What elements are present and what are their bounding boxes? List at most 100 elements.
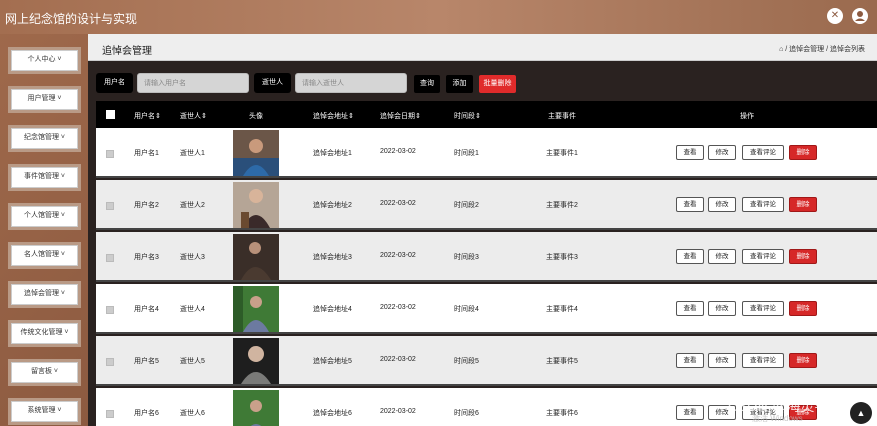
cell-address: 追悼会地址1	[313, 150, 352, 157]
edit-button[interactable]: 修改	[708, 197, 736, 212]
delete-button[interactable]: 删除	[789, 197, 817, 212]
view-comments-button[interactable]: 查看评论	[742, 145, 784, 160]
avatar-image	[233, 286, 279, 332]
row-checkbox[interactable]	[106, 150, 114, 158]
row-checkbox[interactable]	[106, 254, 114, 262]
sidebar-item-culture-management[interactable]: 传统文化管理 ˅	[8, 320, 81, 347]
view-comments-button[interactable]: 查看评论	[742, 301, 784, 316]
view-button[interactable]: 查看	[676, 301, 704, 316]
view-button[interactable]: 查看	[676, 197, 704, 212]
sidebar-item-event-hall-management[interactable]: 事件馆管理 ˅	[8, 164, 81, 191]
cell-timeslot: 时间段6	[454, 410, 479, 417]
username-search-input[interactable]	[137, 73, 249, 93]
delete-button[interactable]: 删除	[789, 301, 817, 316]
view-button[interactable]: 查看	[676, 405, 704, 420]
scroll-top-icon[interactable]: ▲	[850, 402, 872, 424]
row-checkbox[interactable]	[106, 202, 114, 210]
cell-address: 追悼会地址5	[313, 358, 352, 365]
header-date[interactable]: 追悼会日期⇕	[380, 111, 421, 121]
query-button[interactable]: 查询	[414, 75, 440, 93]
cell-events: 主要事件5	[546, 358, 578, 365]
sidebar-item-personal-center[interactable]: 个人中心 ˅	[8, 47, 81, 74]
view-button[interactable]: 查看	[676, 249, 704, 264]
sidebar-item-memorial-management[interactable]: 纪念馆管理 ˅	[8, 125, 81, 152]
cell-deceased: 逝世人3	[180, 254, 205, 261]
view-comments-button[interactable]: 查看评论	[742, 197, 784, 212]
cell-timeslot: 时间段4	[454, 306, 479, 313]
cell-timeslot: 时间段2	[454, 202, 479, 209]
add-button[interactable]: 添加	[446, 75, 473, 93]
avatar-image	[233, 130, 279, 176]
edit-button[interactable]: 修改	[708, 249, 736, 264]
header-deceased[interactable]: 逝世人⇕	[180, 111, 207, 121]
edit-button[interactable]: 修改	[708, 353, 736, 368]
sidebar-item-funeral-management[interactable]: 追悼会管理 ˅	[8, 281, 81, 308]
cell-username: 用户名6	[134, 410, 159, 417]
delete-button[interactable]: 删除	[789, 353, 817, 368]
select-all-checkbox[interactable]	[106, 110, 115, 119]
cell-events: 主要事件4	[546, 306, 578, 313]
header-avatar: 头像	[249, 113, 263, 120]
header-actions: 操作	[740, 113, 754, 120]
sidebar-item-user-management[interactable]: 用户管理 ˅	[8, 86, 81, 113]
view-button[interactable]: 查看	[676, 145, 704, 160]
sidebar-item-personal-hall-management[interactable]: 个人馆管理 ˅	[8, 203, 81, 230]
cell-timeslot: 时间段3	[454, 254, 479, 261]
header-events: 主要事件	[548, 113, 576, 120]
sidebar-item-system-management[interactable]: 系统管理 ˅	[8, 398, 81, 425]
header-username[interactable]: 用户名⇕	[134, 111, 161, 121]
view-comments-button[interactable]: 查看评论	[742, 249, 784, 264]
cell-address: 追悼会地址3	[313, 254, 352, 261]
table-row: 用户名1 逝世人1 追悼会地址1 2022-03-02 时间段1 主要事件1 查…	[96, 128, 877, 178]
sidebar: 个人中心 ˅ 用户管理 ˅ 纪念馆管理 ˅ 事件馆管理 ˅ 个人馆管理 ˅ 名人…	[0, 34, 88, 426]
shrink-icon[interactable]: ✕	[827, 8, 843, 24]
cell-deceased: 逝世人5	[180, 358, 205, 365]
main-panel: 追悼会管理 ⌂ / 追悼会管理 / 追悼会列表 用户名 逝世人 查询 添加 批量…	[88, 34, 877, 426]
header-address[interactable]: 追悼会地址⇕	[313, 111, 354, 121]
delete-button[interactable]: 删除	[789, 249, 817, 264]
cell-timeslot: 时间段5	[454, 358, 479, 365]
cell-timeslot: 时间段1	[454, 150, 479, 157]
sidebar-item-message-board[interactable]: 留言板 ˅	[8, 359, 81, 386]
top-bar: 网上纪念馆的设计与实现 ✕	[0, 0, 877, 34]
edit-button[interactable]: 修改	[708, 301, 736, 316]
deceased-search-input[interactable]	[295, 73, 407, 93]
cell-deceased: 逝世人2	[180, 202, 205, 209]
edit-button[interactable]: 修改	[708, 145, 736, 160]
cell-address: 追悼会地址2	[313, 202, 352, 209]
sidebar-item-celebrity-hall-management[interactable]: 名人馆管理 ˅	[8, 242, 81, 269]
avatar-image	[233, 338, 279, 384]
cell-date: 2022-03-02	[380, 356, 416, 363]
cell-date: 2022-03-02	[380, 304, 416, 311]
row-checkbox[interactable]	[106, 410, 114, 418]
cell-date: 2022-03-02	[380, 148, 416, 155]
batch-delete-button[interactable]: 批量删除	[479, 75, 516, 93]
row-checkbox[interactable]	[106, 358, 114, 366]
table-row: 用户名4 逝世人4 追悼会地址4 2022-03-02 时间段4 主要事件4 查…	[96, 284, 877, 334]
windows-activation-text: 激活 Windows	[752, 414, 803, 423]
cell-date: 2022-03-02	[380, 252, 416, 259]
cell-deceased: 逝世人4	[180, 306, 205, 313]
view-comments-button[interactable]: 查看评论	[742, 353, 784, 368]
cell-deceased: 逝世人1	[180, 150, 205, 157]
cell-username: 用户名2	[134, 202, 159, 209]
user-icon[interactable]	[852, 8, 868, 24]
page-title: 追悼会管理	[102, 46, 152, 57]
cell-events: 主要事件6	[546, 410, 578, 417]
cell-username: 用户名1	[134, 150, 159, 157]
row-checkbox[interactable]	[106, 306, 114, 314]
table-row: 用户名2 逝世人2 追悼会地址2 2022-03-02 时间段2 主要事件2 查…	[96, 180, 877, 230]
avatar-image	[233, 234, 279, 280]
header-timeslot[interactable]: 时间段⇕	[454, 111, 481, 121]
cell-date: 2022-03-02	[380, 200, 416, 207]
avatar-image	[233, 182, 279, 228]
cell-username: 用户名4	[134, 306, 159, 313]
breadcrumb[interactable]: ⌂ / 追悼会管理 / 追悼会列表	[779, 44, 865, 54]
search-toolbar: 用户名 逝世人 查询 添加 批量删除	[88, 61, 877, 101]
table-row: 用户名3 逝世人3 追悼会地址3 2022-03-02 时间段3 主要事件3 查…	[96, 232, 877, 282]
page-header: 追悼会管理 ⌂ / 追悼会管理 / 追悼会列表	[88, 34, 877, 61]
delete-button[interactable]: 删除	[789, 145, 817, 160]
username-label: 用户名	[96, 73, 133, 93]
cell-date: 2022-03-02	[380, 408, 416, 415]
view-button[interactable]: 查看	[676, 353, 704, 368]
